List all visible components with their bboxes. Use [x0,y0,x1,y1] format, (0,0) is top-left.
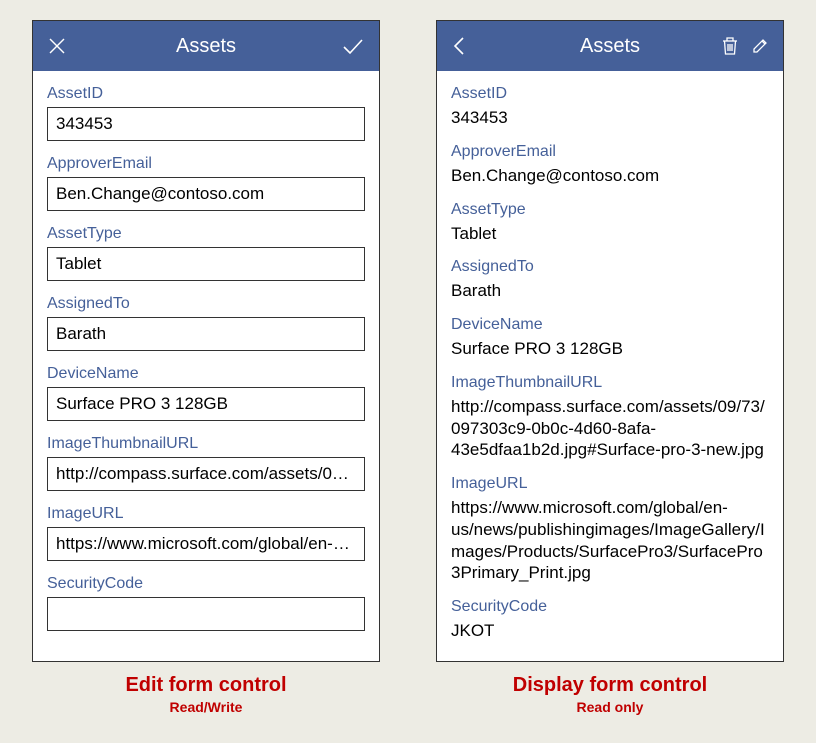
caption-subtitle: Read only [513,699,707,715]
edit-form-body: AssetID ApproverEmail AssetType Assigned… [33,71,379,661]
display-field-devicename: DeviceName Surface PRO 3 128GB [451,316,769,360]
field-label: AssetType [451,201,769,219]
edit-field-assetid: AssetID [47,85,365,141]
display-field-securitycode: SecurityCode JKOT [451,598,769,642]
display-form-column: Assets AssetID 343453 [436,20,784,715]
edit-form-title: Assets [117,35,295,58]
display-field-assignedto: AssignedTo Barath [451,258,769,302]
display-form-phone: Assets AssetID 343453 [436,20,784,662]
edit-field-devicename: DeviceName [47,365,365,421]
edit-field-approveremail: ApproverEmail [47,155,365,211]
approveremail-input[interactable] [47,177,365,211]
field-label: ApproverEmail [451,143,769,161]
field-label: ImageURL [451,475,769,493]
display-field-imageurl: ImageURL https://www.microsoft.com/globa… [451,475,769,584]
caption-title: Display form control [513,674,707,697]
display-field-imagethumbnailurl: ImageThumbnailURL http://compass.surface… [451,374,769,461]
field-label: AssignedTo [451,258,769,276]
display-field-approveremail: ApproverEmail Ben.Change@contoso.com [451,143,769,187]
devicename-input[interactable] [47,387,365,421]
edit-field-assignedto: AssignedTo [47,295,365,351]
edit-form-caption: Edit form control Read/Write [125,674,286,715]
display-form-body: AssetID 343453 ApproverEmail Ben.Change@… [437,71,783,661]
devicename-value: Surface PRO 3 128GB [451,338,769,360]
edit-field-imagethumbnailurl: ImageThumbnailURL [47,435,365,491]
field-label: DeviceName [47,365,365,383]
display-field-assetid: AssetID 343453 [451,85,769,129]
caption-subtitle: Read/Write [125,699,286,715]
imagethumbnailurl-input[interactable] [47,457,365,491]
field-label: SecurityCode [451,598,769,616]
assettype-value: Tablet [451,223,769,245]
check-icon[interactable] [341,36,365,56]
edit-field-assettype: AssetType [47,225,365,281]
display-form-caption: Display form control Read only [513,674,707,715]
field-label: AssignedTo [47,295,365,313]
close-icon[interactable] [47,36,67,56]
trash-icon[interactable] [721,36,739,56]
assetid-value: 343453 [451,107,769,129]
back-icon[interactable] [451,35,467,57]
assignedto-input[interactable] [47,317,365,351]
field-label: ImageThumbnailURL [47,435,365,453]
imagethumbnailurl-value: http://compass.surface.com/assets/09/73/… [451,396,769,461]
caption-title: Edit form control [125,674,286,697]
imageurl-input[interactable] [47,527,365,561]
approveremail-value: Ben.Change@contoso.com [451,165,769,187]
field-label: AssetType [47,225,365,243]
field-label: AssetID [47,85,365,103]
field-label: ApproverEmail [47,155,365,173]
securitycode-value: JKOT [451,620,769,642]
securitycode-input[interactable] [47,597,365,631]
display-form-title: Assets [521,35,699,58]
display-form-titlebar: Assets [437,21,783,71]
assettype-input[interactable] [47,247,365,281]
assetid-input[interactable] [47,107,365,141]
field-label: SecurityCode [47,575,365,593]
field-label: ImageURL [47,505,365,523]
assignedto-value: Barath [451,280,769,302]
display-field-assettype: AssetType Tablet [451,201,769,245]
edit-form-titlebar: Assets [33,21,379,71]
field-label: AssetID [451,85,769,103]
edit-field-securitycode: SecurityCode [47,575,365,631]
edit-icon[interactable] [751,37,769,55]
field-label: ImageThumbnailURL [451,374,769,392]
field-label: DeviceName [451,316,769,334]
imageurl-value: https://www.microsoft.com/global/en-us/n… [451,497,769,584]
edit-field-imageurl: ImageURL [47,505,365,561]
edit-form-column: Assets AssetID ApproverEmail AssetType [32,20,380,715]
edit-form-phone: Assets AssetID ApproverEmail AssetType [32,20,380,662]
